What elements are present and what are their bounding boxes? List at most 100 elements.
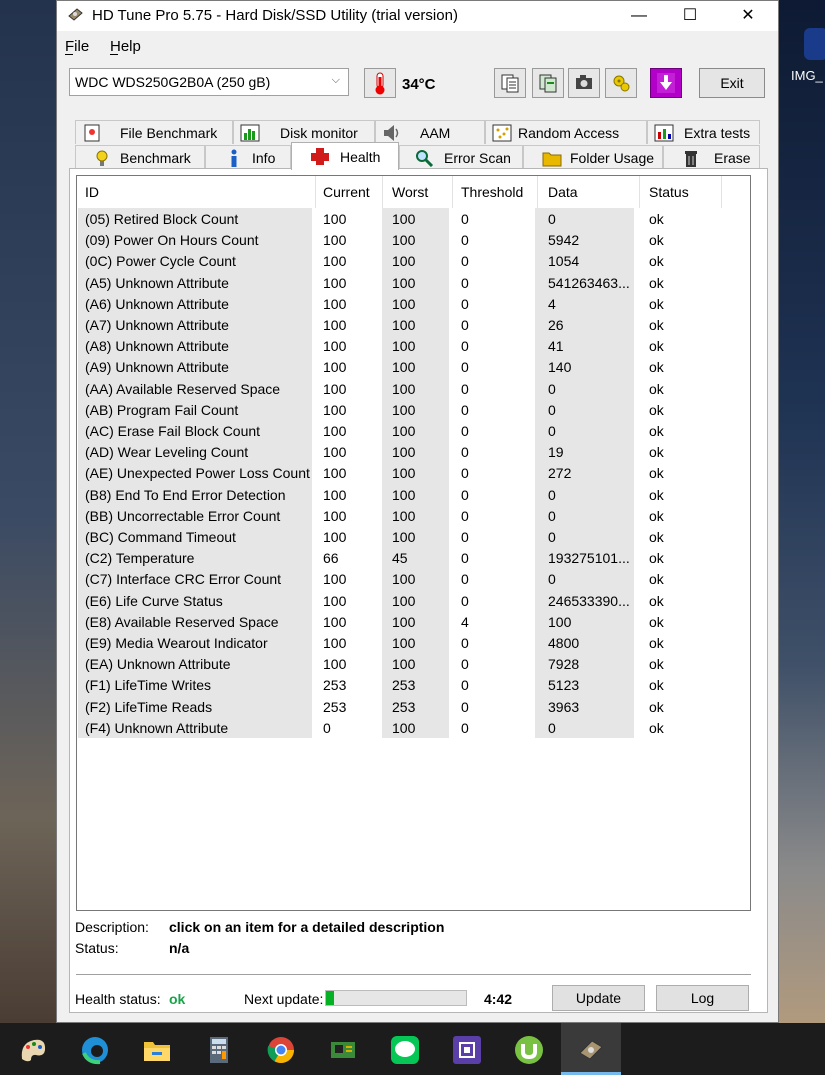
header-current[interactable]: Current — [323, 184, 370, 200]
tab-erase[interactable]: Erase — [663, 145, 760, 169]
network-card-icon[interactable] — [328, 1035, 358, 1065]
header-data[interactable]: Data — [548, 184, 578, 200]
hdtune-icon[interactable] — [576, 1035, 606, 1065]
app-window: HD Tune Pro 5.75 - Hard Disk/SSD Utility… — [56, 0, 779, 1023]
table-row[interactable]: (BC) Command Timeout 100 100 0 0 ok — [77, 526, 750, 547]
edge-icon[interactable] — [80, 1035, 110, 1065]
temperature-button[interactable] — [364, 68, 396, 98]
table-row[interactable]: (AB) Program Fail Count 100 100 0 0 ok — [77, 399, 750, 420]
cell-threshold: 0 — [461, 274, 469, 291]
tab-folder-usage[interactable]: Folder Usage — [523, 145, 663, 169]
desktop-file-label[interactable]: IMG_ — [791, 68, 823, 83]
file-explorer-icon[interactable] — [142, 1035, 172, 1065]
desktop-file-icon[interactable] — [804, 28, 825, 60]
menu-file[interactable]: File — [65, 38, 89, 55]
smart-table[interactable]: ID Current Worst Threshold Data Status (… — [76, 175, 751, 911]
table-row[interactable]: (AC) Erase Fail Block Count 100 100 0 0 ok — [77, 420, 750, 441]
copy-info-button[interactable] — [532, 68, 564, 98]
table-row[interactable]: (F2) LifeTime Reads 253 253 0 3963 ok — [77, 696, 750, 717]
tab-file-benchmark[interactable]: File Benchmark — [75, 120, 233, 144]
cell-status: ok — [649, 635, 664, 651]
maximize-button[interactable]: ☐ — [667, 1, 713, 31]
tab-disk-monitor[interactable]: Disk monitor — [233, 120, 375, 144]
table-row[interactable]: (B8) End To End Error Detection 100 100 0 0 o… — [77, 484, 750, 505]
cell-data: 0 — [548, 380, 556, 397]
line-icon[interactable] — [390, 1035, 420, 1065]
table-row[interactable]: (09) Power On Hours Count 100 100 0 5942 ok — [77, 229, 750, 250]
cell-worst: 100 — [392, 295, 416, 312]
screenshot-button[interactable] — [568, 68, 600, 98]
exit-button[interactable]: Exit — [699, 68, 765, 98]
update-button[interactable]: Update — [552, 985, 645, 1011]
table-row[interactable]: (AD) Wear Leveling Count 100 100 0 19 ok — [77, 441, 750, 462]
menu-help[interactable]: Help — [110, 38, 141, 55]
table-row[interactable]: (A9) Unknown Attribute 100 100 0 140 ok — [77, 356, 750, 377]
table-row[interactable]: (A8) Unknown Attribute 100 100 0 41 ok — [77, 335, 750, 356]
header-threshold[interactable]: Threshold — [461, 184, 523, 200]
folder-icon — [542, 152, 562, 167]
cell-status: ok — [649, 295, 664, 312]
update-progress-fill — [326, 991, 335, 1005]
table-row[interactable]: (BB) Uncorrectable Error Count 100 100 0 0 ok — [77, 505, 750, 526]
processor-icon[interactable] — [452, 1035, 482, 1065]
drive-select[interactable]: WDC WDS250G2B0A (250 gB) ⌵ — [69, 68, 349, 96]
cell-id: (0C) Power Cycle Count — [85, 253, 236, 270]
close-button[interactable]: ✕ — [725, 1, 771, 31]
table-row[interactable]: (E8) Available Reserved Space 100 100 4 100 o… — [77, 611, 750, 632]
cell-current: 253 — [323, 698, 347, 715]
options-button[interactable] — [605, 68, 637, 98]
calculator-icon[interactable] — [204, 1035, 234, 1065]
cell-current: 100 — [323, 232, 347, 249]
table-row[interactable]: (0C) Power Cycle Count 100 100 0 1054 ok — [77, 250, 750, 271]
table-row[interactable]: (F4) Unknown Attribute 0 100 0 0 ok — [77, 717, 750, 738]
paint-icon[interactable] — [18, 1035, 48, 1065]
table-row[interactable]: (EA) Unknown Attribute 100 100 0 7928 ok — [77, 653, 750, 674]
copy-text-button[interactable] — [494, 68, 526, 98]
cell-status: ok — [649, 444, 664, 461]
desktop-background-right — [779, 0, 825, 1023]
update-progress-bar — [325, 990, 467, 1006]
cell-threshold: 0 — [461, 253, 469, 270]
table-row[interactable]: (C2) Temperature 66 45 0 193275101... ok — [77, 547, 750, 568]
tab-health[interactable]: Health — [291, 142, 399, 170]
table-row[interactable]: (A6) Unknown Attribute 100 100 0 4 ok — [77, 293, 750, 314]
tab-info[interactable]: Info — [205, 145, 291, 169]
tab-disk-monitor-label: Disk monitor — [280, 125, 358, 141]
log-button[interactable]: Log — [656, 985, 749, 1011]
cell-worst: 253 — [392, 677, 416, 694]
tab-random-access[interactable]: Random Access — [485, 120, 647, 144]
tab-benchmark[interactable]: Benchmark — [75, 145, 205, 169]
tab-error-scan[interactable]: Error Scan — [399, 145, 523, 169]
cell-worst: 45 — [392, 550, 408, 567]
header-worst[interactable]: Worst — [392, 184, 428, 200]
cell-threshold: 0 — [461, 592, 469, 609]
table-row[interactable]: (A7) Unknown Attribute 100 100 0 26 ok — [77, 314, 750, 335]
table-row[interactable]: (E9) Media Wearout Indicator 100 100 0 4800 o… — [77, 632, 750, 653]
minimize-button[interactable]: — — [616, 1, 662, 31]
cell-current: 100 — [323, 465, 347, 482]
chrome-icon[interactable] — [266, 1035, 296, 1065]
table-row[interactable]: (05) Retired Block Count 100 100 0 0 ok — [77, 208, 750, 229]
cell-worst: 253 — [392, 698, 416, 715]
table-row[interactable]: (AA) Available Reserved Space 100 100 0 0 ok — [77, 378, 750, 399]
cell-status: ok — [649, 571, 664, 588]
tab-aam[interactable]: AAM — [375, 120, 485, 144]
cell-id: (A7) Unknown Attribute — [85, 317, 229, 333]
save-button[interactable] — [650, 68, 682, 98]
header-separator — [537, 176, 538, 208]
lightbulb-icon — [96, 150, 108, 166]
cell-id: (AD) Wear Leveling Count — [85, 444, 249, 461]
utorrent-icon[interactable] — [514, 1035, 544, 1065]
table-row[interactable]: (F1) LifeTime Writes 253 253 0 5123 ok — [77, 674, 750, 695]
cell-data: 26 — [548, 317, 564, 333]
table-row[interactable]: (AE) Unexpected Power Loss Count 100 100 0 2… — [77, 462, 750, 483]
tab-error-scan-label: Error Scan — [444, 150, 511, 166]
table-row[interactable]: (E6) Life Curve Status 100 100 0 246533390..… — [77, 590, 750, 611]
cell-worst: 100 — [392, 571, 416, 588]
table-row[interactable]: (A5) Unknown Attribute 100 100 0 541263463..… — [77, 272, 750, 293]
cell-id: (F4) Unknown Attribute — [85, 719, 229, 736]
header-status[interactable]: Status — [649, 184, 689, 200]
table-row[interactable]: (C7) Interface CRC Error Count 100 100 0 0 ok — [77, 568, 750, 589]
tab-extra-tests[interactable]: Extra tests — [647, 120, 760, 144]
header-id[interactable]: ID — [85, 184, 99, 200]
